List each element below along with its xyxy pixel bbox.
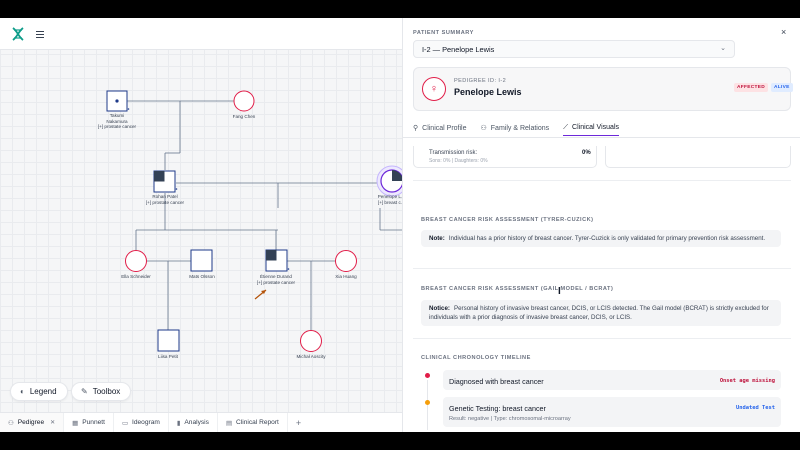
node-label-rohan: Rohan Patel [+] prostate cancer: [145, 194, 185, 205]
pedigree-node-xia[interactable]: [335, 250, 357, 272]
timeline-dot: [425, 400, 430, 405]
panel-section-title: Patient Summary: [413, 30, 474, 36]
tab-pedigree[interactable]: ⚇ Pedigree ✕: [0, 413, 65, 432]
drag-arrow-icon: [254, 289, 267, 300]
tab-clinical-report[interactable]: ▤ Clinical Report: [218, 413, 288, 432]
chart-icon: ⟋: [563, 123, 569, 131]
wrench-icon: ✎: [81, 387, 88, 396]
pedigree-graph: [106, 90, 402, 352]
status-badge-affected: AFFECTED: [734, 83, 768, 92]
node-label-liisa: Liisa Petit: [158, 354, 178, 359]
timeline-title: Clinical Chronology Timeline: [421, 355, 531, 361]
pedigree-node-takumi[interactable]: [106, 90, 130, 112]
panel-scroll-area[interactable]: Transmission risk: 0% Sons: 0% | Daughte…: [403, 146, 800, 432]
toolbox-button[interactable]: ✎ Toolbox: [71, 382, 132, 401]
patient-select[interactable]: I-2 — Penelope Lewis ⌄: [413, 40, 735, 58]
pedigree-node-mats[interactable]: [190, 249, 213, 272]
tab-clinical-visuals[interactable]: ⟋ Clinical Visuals: [563, 120, 619, 136]
divider: [413, 180, 791, 181]
person-icon: ⚲: [413, 125, 419, 132]
node-label-penelope: Penelope L. [+] breast c.: [377, 194, 403, 205]
timeline-dot: [425, 373, 430, 378]
tab-analysis[interactable]: ▮ Analysis: [169, 413, 218, 432]
timeline-item[interactable]: Genetic Testing: breast cancer Undated T…: [443, 397, 781, 427]
patient-summary-panel: Patient Summary × I-2 — Penelope Lewis ⌄…: [402, 18, 800, 432]
tab-punnett[interactable]: ▦ Punnett: [64, 413, 114, 432]
pedigree-node-liisa[interactable]: [157, 329, 180, 352]
patient-card: ♀ PEDIGREE ID: I-2 Penelope Lewis AFFECT…: [413, 67, 793, 111]
tab-clinical-profile[interactable]: ⚲ Clinical Profile: [413, 120, 467, 136]
panel-tabs: ⚲ Clinical Profile ⚇ Family & Relations …: [413, 120, 793, 138]
tyrer-cuzick-note: Note: Individual has a prior history of b…: [421, 230, 781, 247]
tyrer-cuzick-title: Breast Cancer Risk Assessment (Tyrer-Cuz…: [421, 217, 594, 223]
divider: [413, 268, 791, 269]
family-icon: ⚇: [480, 125, 487, 132]
document-icon: ▤: [225, 419, 232, 427]
transmission-risk-card: Transmission risk: 0% Sons: 0% | Daughte…: [413, 146, 597, 168]
divider: [413, 338, 791, 339]
bottom-tab-bar: ⚇ Pedigree ✕ ▦ Punnett ▭ Ideogram ▮ Anal…: [0, 412, 402, 432]
app-window: Takumi Nakamura [+] prostate cancer Fang…: [0, 18, 800, 432]
timeline-item[interactable]: Diagnosed with breast cancer Onset age m…: [443, 370, 781, 390]
grid-icon: ▦: [72, 419, 79, 427]
gail-model-notice: Notice: Personal history of invasive brea…: [421, 300, 781, 326]
chromosome-icon: ▭: [121, 419, 128, 427]
status-badge-alive: ALIVE: [771, 83, 793, 92]
add-tab-button[interactable]: +: [288, 413, 309, 432]
text-cursor-icon: I: [558, 286, 561, 297]
node-label-ella: Ella Schneider: [121, 274, 151, 279]
chart-icon: ▮: [176, 419, 181, 427]
pedigree-node-penelope[interactable]: [376, 165, 402, 197]
node-label-michal: Michał Aoscity: [296, 354, 326, 359]
node-label-etienne: Étienne Durand [+] prostate cancer: [256, 274, 296, 285]
gail-model-title: Breast Cancer Risk Assessment (Gail Mode…: [421, 286, 614, 292]
tab-family-relations[interactable]: ⚇ Family & Relations: [481, 120, 550, 136]
female-avatar-icon: ♀: [422, 77, 446, 101]
palette-icon: ◐: [20, 387, 25, 396]
people-icon: ⚇: [8, 419, 14, 427]
close-tab-icon[interactable]: ✕: [50, 419, 55, 426]
close-icon[interactable]: ×: [781, 27, 786, 37]
timeline-line: [427, 380, 428, 430]
node-label-takumi: Takumi Nakamura [+] prostate cancer: [97, 113, 137, 130]
patient-name: Penelope Lewis: [454, 87, 522, 97]
legend-button[interactable]: ◐ Legend: [10, 382, 68, 401]
pedigree-node-fang[interactable]: [233, 90, 255, 112]
chevron-down-icon: ⌄: [720, 45, 726, 52]
tab-ideogram[interactable]: ▭ Ideogram: [114, 413, 169, 432]
side-card: [605, 146, 791, 168]
pedigree-node-ella[interactable]: [125, 250, 147, 272]
pedigree-node-michal[interactable]: [300, 330, 322, 352]
pedigree-canvas[interactable]: Takumi Nakamura [+] prostate cancer Fang…: [0, 18, 402, 432]
pedigree-id: PEDIGREE ID: I-2: [454, 78, 507, 84]
node-label-mats: Mats Olsson: [189, 274, 215, 279]
pedigree-node-etienne[interactable]: [265, 249, 290, 272]
node-label-xia: Xia Huang: [335, 274, 357, 279]
node-label-fang: Fang Chen: [232, 114, 256, 119]
pedigree-node-rohan[interactable]: [153, 170, 178, 193]
tabs-divider: [403, 137, 800, 138]
